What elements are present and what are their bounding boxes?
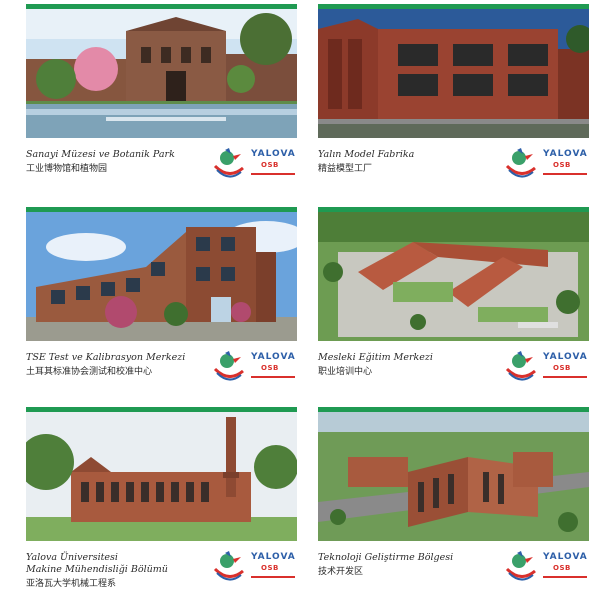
technology-zone-photo <box>318 407 589 541</box>
yalova-osb-logo-icon <box>213 551 244 581</box>
yalova-osb-logo-icon <box>505 351 536 381</box>
yalova-osb-logo: YALOVA OSB <box>211 349 297 383</box>
card-title: TSE Test ve Kalibrasyon Merkezi 土耳其标准协会测… <box>26 352 211 378</box>
card-subtitle: 工业博物馆和植物园 <box>26 164 108 174</box>
card-subtitle: 精益模型工厂 <box>318 164 373 174</box>
logo-underline <box>251 576 295 578</box>
logo-brand-text: YALOVA <box>251 352 296 362</box>
card-subtitle: 技术开发区 <box>318 567 364 577</box>
logo-osb-text: OSB <box>261 161 279 169</box>
yalova-osb-logo: YALOVA OSB <box>503 349 589 383</box>
logo-brand-text: YALOVA <box>251 552 296 562</box>
lean-model-factory-photo <box>318 4 589 138</box>
yalova-osb-logo: YALOVA OSB <box>211 146 297 180</box>
card-title: Yalın Model Fabrika 精益模型工厂 <box>318 149 503 175</box>
card-vocational-training: Mesleki Eğitim Merkezi 职业培训中心 YALOVA OSB <box>318 207 589 399</box>
card-title: Sanayi Müzesi ve Botanik Park 工业博物馆和植物园 <box>26 149 211 175</box>
yalova-osb-logo-icon <box>505 551 536 581</box>
card-lean-model-factory: Yalın Model Fabrika 精益模型工厂 YALOVA OSB <box>318 4 589 196</box>
logo-underline <box>543 376 587 378</box>
vocational-training-photo <box>318 207 589 341</box>
card-technology-zone: Teknoloji Geliştirme Bölgesi 技术开发区 YALOV… <box>318 407 589 599</box>
card-industrial-museum: Sanayi Müzesi ve Botanik Park 工业博物馆和植物园 … <box>26 4 297 196</box>
yalova-university-photo <box>26 407 297 541</box>
card-title: Mesleki Eğitim Merkezi 职业培训中心 <box>318 352 503 378</box>
card-subtitle: 亚洛瓦大学机械工程系 <box>26 579 117 589</box>
yalova-osb-logo-icon <box>213 351 244 381</box>
logo-underline <box>543 576 587 578</box>
logo-osb-text: OSB <box>553 564 571 572</box>
logo-osb-text: OSB <box>553 364 571 372</box>
logo-brand-text: YALOVA <box>543 149 588 159</box>
logo-brand-text: YALOVA <box>251 149 296 159</box>
logo-underline <box>251 173 295 175</box>
yalova-osb-logo-icon <box>213 148 244 178</box>
card-subtitle: 职业培训中心 <box>318 367 373 377</box>
industrial-museum-photo <box>26 4 297 138</box>
yalova-osb-logo: YALOVA OSB <box>503 146 589 180</box>
logo-underline <box>251 376 295 378</box>
yalova-osb-logo-icon <box>505 148 536 178</box>
logo-osb-text: OSB <box>553 161 571 169</box>
card-subtitle: 土耳其标准协会测试和校准中心 <box>26 367 153 377</box>
tse-test-center-photo <box>26 207 297 341</box>
logo-osb-text: OSB <box>261 564 279 572</box>
yalova-osb-logo: YALOVA OSB <box>503 549 589 583</box>
logo-brand-text: YALOVA <box>543 552 588 562</box>
logo-underline <box>543 173 587 175</box>
card-title: Yalova Üniversitesi Makine Mühendisliği … <box>26 552 211 590</box>
card-title: Teknoloji Geliştirme Bölgesi 技术开发区 <box>318 552 503 578</box>
yalova-osb-logo: YALOVA OSB <box>211 549 297 583</box>
card-yalova-university: Yalova Üniversitesi Makine Mühendisliği … <box>26 407 297 599</box>
logo-osb-text: OSB <box>261 364 279 372</box>
card-tse-test-center: TSE Test ve Kalibrasyon Merkezi 土耳其标准协会测… <box>26 207 297 399</box>
logo-brand-text: YALOVA <box>543 352 588 362</box>
